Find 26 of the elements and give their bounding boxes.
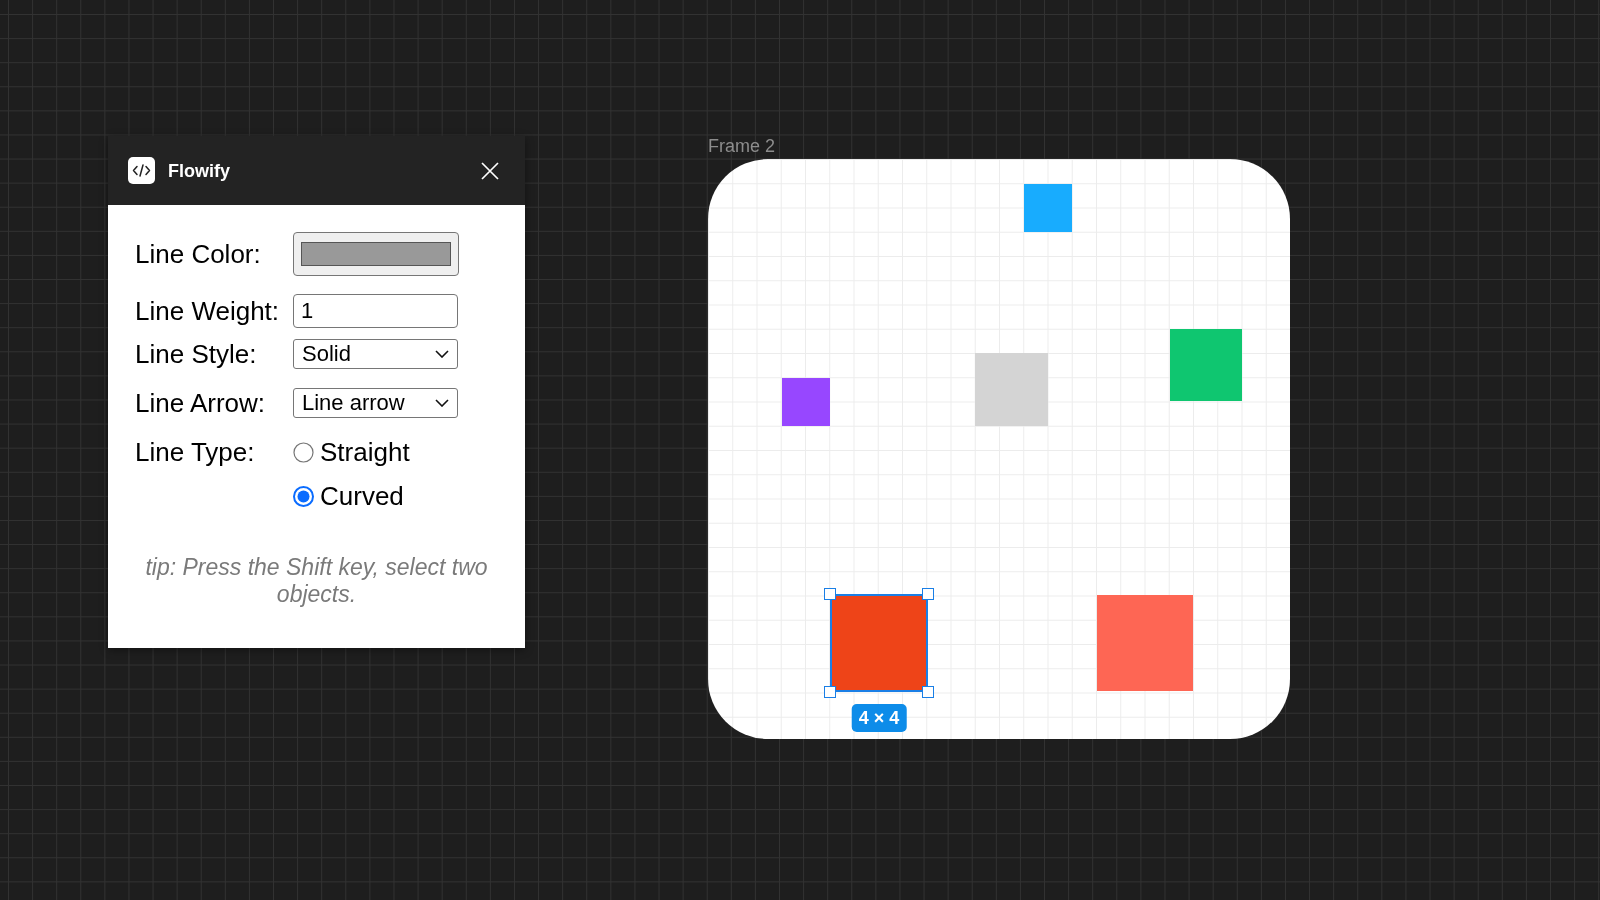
field-label: Line Style:	[135, 341, 257, 367]
close-button[interactable]	[479, 159, 501, 182]
code-icon	[128, 157, 155, 184]
text-input[interactable]: 1	[293, 294, 458, 328]
resize-handle[interactable]	[922, 588, 934, 600]
resize-handle[interactable]	[824, 588, 836, 600]
radio-button[interactable]	[293, 485, 314, 507]
chevron-down-icon	[435, 350, 449, 358]
resize-handle[interactable]	[824, 686, 836, 698]
resize-handle[interactable]	[922, 686, 934, 698]
field-label: Line Type:	[135, 439, 255, 465]
close-icon	[481, 161, 499, 180]
field-label: Line Weight:	[135, 298, 280, 324]
frame-title: Frame 2	[708, 135, 776, 157]
dropdown[interactable]: Line arrow	[293, 388, 458, 418]
field-label: Line Arrow:	[135, 390, 266, 416]
color-picker[interactable]	[293, 232, 459, 276]
field-label: Line Color:	[135, 241, 261, 267]
window-title: Flowify	[168, 161, 230, 180]
radio-option[interactable]: Curved	[293, 481, 463, 511]
radio-option[interactable]: Straight	[293, 437, 463, 467]
radio-button[interactable]	[293, 441, 314, 463]
chevron-down-icon	[435, 399, 449, 407]
size-label: 4 × 4	[851, 704, 907, 732]
dropdown[interactable]: Solid	[293, 339, 458, 369]
tip-text: tip: Press the Shift key, select two objects.	[144, 554, 489, 608]
